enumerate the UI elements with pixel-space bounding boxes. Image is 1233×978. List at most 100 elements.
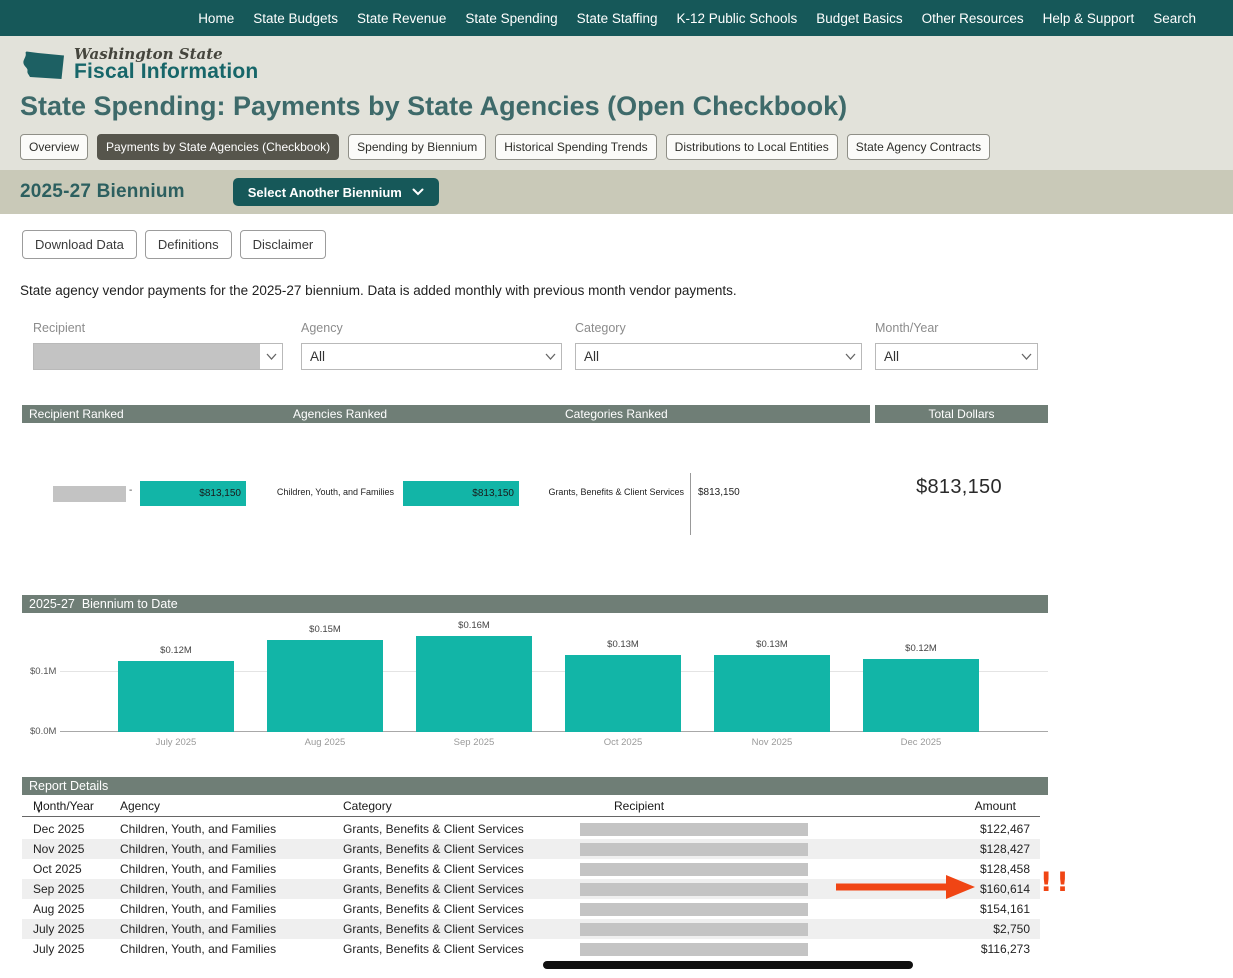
- axis-label-oct-2025: Oct 2025: [603, 737, 643, 748]
- redacted-recipient: [580, 862, 808, 876]
- nav-item-state-staffing[interactable]: State Staffing: [577, 11, 658, 26]
- red-arrow-annotation: [836, 875, 975, 899]
- redacted-recipient: [580, 822, 808, 836]
- chart-bar-nov-2025[interactable]: [714, 655, 830, 732]
- cell-amount: $116,273: [980, 942, 1030, 956]
- tab-state-agency-contracts[interactable]: State Agency Contracts: [846, 134, 991, 160]
- chevron-down-icon: [539, 353, 561, 360]
- chart-bar-oct-2025[interactable]: [565, 655, 681, 732]
- recipient-ranked-header: Recipient Ranked: [29, 407, 124, 421]
- table-row[interactable]: Dec 2025 Children, Youth, and Families Gra…: [22, 819, 1040, 839]
- top-navigation: Home State Budgets State Revenue State Spen…: [0, 0, 1233, 36]
- cell-recipient: [580, 942, 850, 956]
- cell-category: Grants, Benefits & Client Services: [343, 922, 524, 936]
- filter-recipient-select[interactable]: [33, 343, 283, 370]
- filter-agency-select[interactable]: All: [301, 343, 562, 370]
- column-header-category[interactable]: Category: [343, 799, 580, 813]
- categories-ranked-header: Categories Ranked: [565, 407, 668, 421]
- nav-item-state-budgets[interactable]: State Budgets: [253, 11, 338, 26]
- category-axis-line: [690, 473, 691, 535]
- report-table-header-row: Month/Year ▼ Agency Category Recipient Amount: [22, 795, 1040, 817]
- axis-label-aug-2025: Aug 2025: [304, 737, 346, 748]
- select-biennium-button[interactable]: Select Another Biennium: [232, 178, 439, 206]
- cell-amount: $154,161: [979, 902, 1030, 916]
- tab-distributions-to-local-entities[interactable]: Distributions to Local Entities: [665, 134, 838, 160]
- agency-ranked-bar[interactable]: $813,150: [403, 481, 519, 506]
- tab-spending-by-biennium[interactable]: Spending by Biennium: [348, 134, 487, 160]
- axis-label-dec-2025: Dec 2025: [900, 737, 942, 748]
- cell-agency: Children, Youth, and Families: [120, 882, 277, 896]
- page: Home State Budgets State Revenue State Spen…: [0, 0, 1233, 978]
- nav-item-search[interactable]: Search: [1153, 11, 1196, 26]
- disclaimer-button[interactable]: Disclaimer: [239, 230, 327, 259]
- bar-value-label: $0.15M: [309, 624, 341, 635]
- biennium-to-date-chart: $0.12M July 2025 $0.15M Aug 2025 $0.16M Sep 2…: [22, 613, 1048, 773]
- column-header-agency[interactable]: Agency: [120, 799, 343, 813]
- chart-bar-sep-2025[interactable]: [416, 636, 532, 732]
- cell-recipient: [580, 922, 850, 936]
- filter-month-year: Month/Year All: [875, 321, 1038, 370]
- bar-value-label: $0.12M: [905, 643, 937, 654]
- tab-overview[interactable]: Overview: [20, 134, 89, 160]
- column-header-month-year[interactable]: Month/Year ▼: [22, 799, 120, 815]
- page-description: State agency vendor payments for the 202…: [20, 283, 737, 298]
- chart-bar-aug-2025[interactable]: [267, 640, 383, 732]
- cell-month-year: July 2025: [33, 942, 85, 956]
- page-title: State Spending: Payments by State Agenci…: [20, 91, 848, 121]
- nav-item-state-spending[interactable]: State Spending: [465, 11, 557, 26]
- select-biennium-label: Select Another Biennium: [247, 184, 402, 200]
- cell-category: Grants, Benefits & Client Services: [343, 822, 524, 836]
- site-logo-link[interactable]: Washington State Fiscal Information: [20, 45, 258, 84]
- total-dollars-header: Total Dollars: [875, 405, 1048, 423]
- chevron-down-icon: [412, 188, 424, 196]
- washington-state-icon: [23, 51, 64, 79]
- nav-item-budget-basics[interactable]: Budget Basics: [816, 11, 902, 26]
- axis-label-sep-2025: Sep 2025: [453, 737, 495, 748]
- toolbar: Download Data Definitions Disclaimer: [22, 230, 1233, 259]
- filter-selected-value: All: [884, 349, 900, 364]
- column-header-recipient[interactable]: Recipient: [580, 799, 850, 813]
- table-row[interactable]: Aug 2025 Children, Youth, and Families Gra…: [22, 899, 1040, 919]
- cell-amount: $122,467: [979, 822, 1030, 836]
- ranked-header-bar: Recipient Ranked Agencies Ranked Categor…: [22, 405, 1233, 423]
- definitions-button[interactable]: Definitions: [144, 230, 232, 259]
- agency-bar-label: Children, Youth, and Families: [276, 487, 394, 497]
- axis-label-july-2025: July 2025: [155, 737, 197, 748]
- axis-label-nov-2025: Nov 2025: [751, 737, 793, 748]
- biennium-chart-title-bar: 2025-27 Biennium to Date: [22, 595, 1048, 613]
- column-header-amount[interactable]: Amount: [850, 799, 1040, 813]
- report-details-title-bar: Report Details: [22, 777, 1048, 795]
- redacted-recipient-name: [53, 486, 126, 502]
- filter-category-select[interactable]: All: [575, 343, 862, 370]
- tab-payments-by-state-agencies-checkbook[interactable]: Payments by State Agencies (Checkbook): [97, 134, 340, 160]
- bar-value-label: $0.16M: [458, 620, 490, 631]
- download-data-button[interactable]: Download Data: [22, 230, 137, 259]
- cell-month-year: Nov 2025: [33, 842, 85, 856]
- cell-recipient: [580, 842, 850, 856]
- chart-bar-dec-2025[interactable]: [863, 659, 979, 732]
- nav-item-other-resources[interactable]: Other Resources: [922, 11, 1024, 26]
- ranked-charts: - $813,150 Children, Youth, and Families…: [22, 423, 1048, 591]
- filter-recipient: Recipient: [33, 321, 283, 370]
- table-row[interactable]: July 2025 Children, Youth, and Families Gr…: [22, 919, 1040, 939]
- redacted-filter-value: [34, 344, 260, 369]
- cell-agency: Children, Youth, and Families: [120, 902, 277, 916]
- nav-item-home[interactable]: Home: [198, 11, 234, 26]
- agencies-ranked-header: Agencies Ranked: [293, 407, 388, 421]
- bar-value-label: $0.12M: [160, 645, 192, 656]
- table-row[interactable]: July 2025 Children, Youth, and Families Gr…: [22, 939, 1040, 959]
- cell-month-year: July 2025: [33, 922, 85, 936]
- filter-selected-value: All: [584, 349, 600, 364]
- nav-item-state-revenue[interactable]: State Revenue: [357, 11, 446, 26]
- filter-label: Agency: [301, 321, 343, 335]
- cell-agency: Children, Youth, and Families: [120, 922, 277, 936]
- table-row[interactable]: Nov 2025 Children, Youth, and Families Gra…: [22, 839, 1040, 859]
- filter-agency: Agency All: [301, 321, 562, 370]
- tab-historical-spending-trends[interactable]: Historical Spending Trends: [495, 134, 657, 160]
- horizontal-scrollbar[interactable]: [543, 961, 913, 969]
- chart-bar-july-2025[interactable]: [118, 661, 234, 732]
- nav-item-help-support[interactable]: Help & Support: [1043, 11, 1135, 26]
- nav-item-k-12-public-schools[interactable]: K-12 Public Schools: [676, 11, 797, 26]
- recipient-ranked-bar[interactable]: $813,150: [140, 481, 246, 506]
- filter-month-year-select[interactable]: All: [875, 343, 1038, 370]
